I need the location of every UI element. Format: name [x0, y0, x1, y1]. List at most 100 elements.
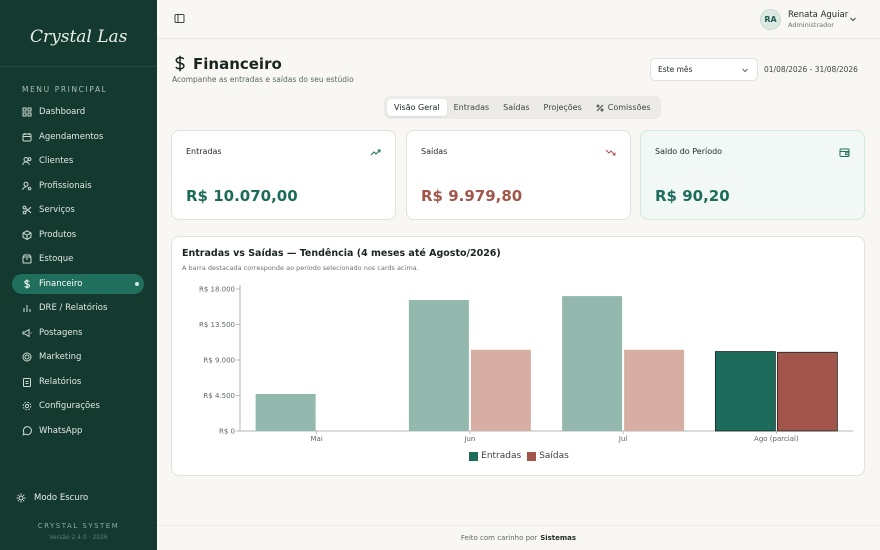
sidebar-item-dashboard[interactable]: Dashboard [12, 102, 144, 122]
sidebar-item-label: Estoque [39, 254, 74, 264]
chart-card: Entradas vs Saídas — Tendência (4 meses … [171, 236, 865, 476]
brand-logo: Crystal Lashes [30, 27, 128, 47]
user-gear-icon [22, 181, 32, 191]
y-tick-label: R$ 18.000 [199, 286, 235, 294]
sidebar-nav: Dashboard Agendamentos Clientes Profissi… [12, 102, 144, 445]
sidebar-item-label: Profissionais [39, 180, 92, 191]
sidebar-item-label: Configurações [39, 401, 100, 411]
card-saldo: Saldo do Período R$ 90,20 [640, 130, 865, 220]
page-subtitle: Acompanhe as entradas e saídas do seu es… [172, 75, 354, 84]
sidebar-item-label: Dashboard [39, 107, 86, 117]
avatar[interactable]: RA [760, 9, 781, 30]
bar-chart: R$ 0 R$ 4.500 R$ 9.000 R$ 13.500 R$ 18.000 Ma… [199, 285, 853, 443]
tab-saidas[interactable]: Saídas [496, 99, 536, 116]
tab-visao-geral[interactable]: Visão Geral [387, 99, 447, 116]
grid-icon [22, 107, 32, 117]
sidebar-item-configuracoes[interactable]: Configurações [12, 396, 144, 416]
card-label: Saídas [421, 147, 448, 156]
bar-entradas-3 [562, 296, 623, 431]
whatsapp-icon [22, 425, 32, 436]
sidebar-item-dre-relatorios[interactable]: DRE / Relatórios [12, 298, 144, 318]
page-title: Financeiro [193, 55, 282, 73]
bar-entradas-4 [714, 351, 776, 432]
sidebar-item-whatsapp[interactable]: WhatsApp [12, 421, 144, 441]
sidebar-item-label: Serviços [39, 205, 75, 215]
bar-saídas-4 [776, 351, 838, 432]
sidebar-item-label: Relatórios [39, 376, 82, 387]
sidebar-item-estoque[interactable]: Estoque [12, 249, 144, 269]
sidebar-item-produtos[interactable]: Produtos [12, 225, 144, 245]
dollar-icon [175, 55, 185, 72]
sidebar-item-label: DRE / Relatórios [39, 303, 108, 313]
bar-saídas-3 [624, 349, 685, 431]
footer-text: Feito com carinho por [460, 534, 538, 542]
y-tick-label: R$ 0 [219, 428, 235, 436]
legend-label: Saídas [539, 451, 569, 461]
bar-entradas-2 [408, 300, 469, 431]
legend-label: Entradas [481, 451, 522, 461]
sidebar-item-label: Agendamentos [39, 131, 104, 142]
clipboard-icon [22, 377, 32, 387]
trend-up-icon [370, 149, 381, 156]
sidebar-item-servicos[interactable]: Serviços [12, 200, 144, 220]
x-tick-label: Jul [618, 435, 628, 443]
period-select[interactable]: Este mês [650, 58, 758, 81]
active-indicator-dot [135, 281, 139, 286]
legend-swatch-entradas [469, 451, 479, 461]
dark-mode-label: Modo Escuro [34, 493, 89, 503]
logo-divider [0, 66, 157, 67]
package-icon [22, 229, 32, 240]
user-name[interactable]: Renata Aguiar [788, 10, 848, 20]
sidebar-item-agendamentos[interactable]: Agendamentos [12, 127, 144, 147]
tab-label: Comissões [607, 103, 651, 112]
bar-entradas-1 [255, 393, 316, 431]
card-value-saldo: R$ 90,20 [655, 187, 730, 205]
megaphone-icon [22, 328, 32, 338]
sidebar-item-financeiro[interactable]: Financeiro [12, 273, 144, 294]
bar-chart-icon [22, 303, 32, 313]
sidebar-item-label: Financeiro [39, 278, 83, 289]
legend-item-entradas[interactable]: Entradas [469, 451, 521, 461]
y-tick-label: R$ 9.000 [203, 357, 235, 365]
card-label: Entradas [186, 147, 222, 156]
sidebar-item-relatorios[interactable]: Relatórios [12, 372, 144, 392]
box-icon [22, 254, 32, 264]
tab-projecoes[interactable]: Projeções [537, 99, 589, 116]
y-tick-label: R$ 13.500 [199, 321, 235, 329]
svg-text:Crystal Lashes: Crystal Lashes [30, 27, 128, 47]
sidebar-toggle-icon[interactable] [174, 13, 185, 24]
sidebar-item-label: Produtos [39, 229, 77, 240]
legend-swatch-saidas [527, 451, 537, 461]
x-tick-label: Ago (parcial) [754, 435, 799, 443]
dark-mode-toggle[interactable]: Modo Escuro [16, 493, 88, 503]
sidebar-item-marketing[interactable]: Marketing [12, 347, 144, 367]
system-version: Versão 2.4.0 · 2026 [49, 534, 108, 541]
footer: Feito com carinho por Sistemas [157, 525, 880, 550]
sidebar-item-label: Marketing [39, 352, 82, 362]
percent-icon [596, 104, 604, 111]
chevron-down-icon[interactable] [849, 15, 857, 23]
period-select-value: Este mês [658, 65, 693, 74]
tab-bar: Visão Geral Entradas Saídas Projeções Co… [384, 96, 661, 119]
scissors-icon [22, 205, 32, 215]
sidebar-item-clientes[interactable]: Clientes [12, 151, 144, 171]
x-tick-label: Jun [463, 435, 475, 443]
bar-saídas-2 [470, 349, 531, 431]
sidebar-item-label: Postagens [39, 327, 83, 338]
target-icon [22, 352, 32, 362]
tab-entradas[interactable]: Entradas [447, 99, 497, 116]
sidebar-item-label: WhatsApp [39, 425, 83, 436]
sidebar-item-postagens[interactable]: Postagens [12, 323, 144, 343]
user-role: Administrador [788, 21, 834, 29]
sidebar-item-label: Clientes [39, 156, 74, 166]
legend-item-saidas[interactable]: Saídas [527, 451, 569, 461]
sun-icon [16, 493, 26, 503]
tab-comissoes[interactable]: Comissões [589, 99, 658, 116]
sidebar-item-profissionais[interactable]: Profissionais [12, 176, 144, 196]
sidebar: Crystal Lashes MENU PRINCIPAL Dashboard … [0, 0, 157, 550]
x-tick-label: Mai [310, 435, 322, 443]
trend-down-icon [605, 149, 616, 156]
y-tick-label: R$ 4.500 [203, 392, 235, 400]
calendar-icon [22, 132, 32, 142]
footer-brand[interactable]: Sistemas [540, 534, 576, 542]
